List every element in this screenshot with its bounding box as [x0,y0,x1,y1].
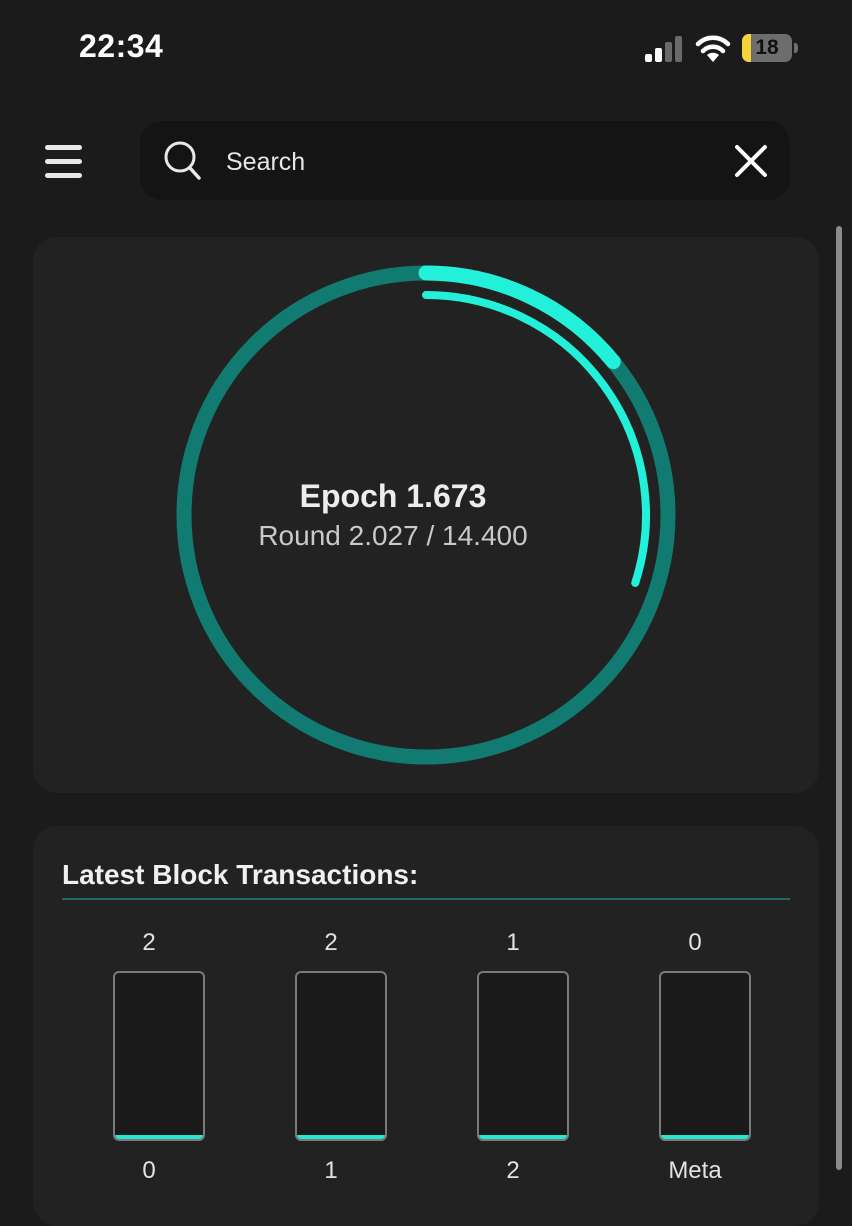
divider [62,898,790,900]
latest-block-transactions-card: Latest Block Transactions: 2 0 2 1 1 2 0… [33,826,819,1226]
battery-icon: 18 [742,34,798,62]
shard-tx-count: 2 [142,929,156,956]
shard-column: 0 Meta [640,929,751,1189]
shard-tx-count: 2 [324,929,338,956]
shard-label: 1 [324,1157,338,1184]
shard-label: 2 [506,1157,520,1184]
status-time: 22:34 [79,28,164,64]
shard-fill [297,1135,385,1139]
shard-fill [479,1135,567,1139]
wifi-icon [695,35,731,62]
shard-gauge [113,971,205,1141]
scrollbar[interactable] [836,226,842,1170]
epoch-card [33,237,819,793]
shard-label: 0 [142,1157,156,1184]
round-text: Round 2.027 / 14.400 [258,520,528,551]
shard-tx-count: 1 [506,929,520,956]
shard-label: Meta [668,1157,722,1184]
signal-icon [645,36,682,62]
shard-column: 2 0 [94,929,205,1189]
battery-level: 18 [755,36,779,59]
shard-column: 2 1 [276,929,387,1189]
epoch-progress-ring [176,265,676,765]
shard-gauge [659,971,751,1141]
search-icon [164,141,201,180]
shard-gauge [477,971,569,1141]
shard-gauge [295,971,387,1141]
shard-fill [661,1135,749,1139]
close-icon[interactable] [733,143,769,179]
section-title: Latest Block Transactions: [62,859,419,890]
shard-fill [115,1135,203,1139]
shard-tx-count: 0 [688,929,702,956]
hamburger-menu-icon[interactable] [45,145,83,179]
search-bar[interactable] [140,121,790,200]
search-input[interactable] [224,139,708,185]
epoch-title: Epoch 1.673 [299,478,487,514]
shard-column: 1 2 [458,929,569,1189]
